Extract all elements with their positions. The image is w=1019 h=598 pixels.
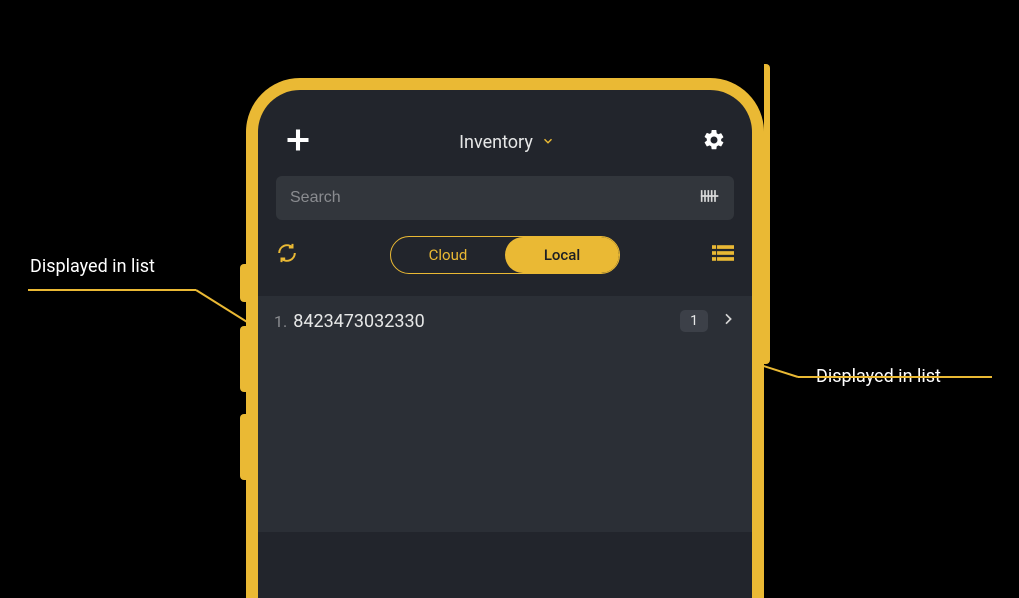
chevron-down-icon [541,133,555,152]
list-item[interactable]: 1. 8423473032330 1 [274,310,736,332]
phone-side-button [240,414,246,480]
segment-local[interactable]: Local [505,237,619,273]
cloud-local-toggle: Cloud Local [390,236,620,274]
phone-side-button [764,64,770,364]
phone-screen: Inventory [258,90,752,598]
phone-side-button [240,326,246,392]
barcode-icon[interactable] [700,188,720,208]
app-header: Inventory [258,90,752,176]
chevron-right-icon [714,311,736,331]
item-index: 1. [274,312,287,331]
settings-button[interactable] [702,128,726,156]
list-area: 1. 8423473032330 1 [258,296,752,532]
page-title: Inventory [459,132,533,153]
list-view-icon[interactable] [712,244,734,266]
phone-side-button [240,264,246,302]
sync-icon[interactable] [276,242,298,268]
filter-row: Cloud Local [276,236,734,274]
segment-cloud[interactable]: Cloud [391,237,505,273]
add-button[interactable] [284,126,312,158]
search-bar [276,176,734,220]
annotation-left: Displayed in list [30,256,155,277]
search-input[interactable] [290,189,700,207]
item-code: 8423473032330 [293,311,674,332]
phone-frame: Inventory [246,78,764,598]
title-dropdown[interactable]: Inventory [459,132,555,153]
item-qty-badge: 1 [680,310,708,332]
